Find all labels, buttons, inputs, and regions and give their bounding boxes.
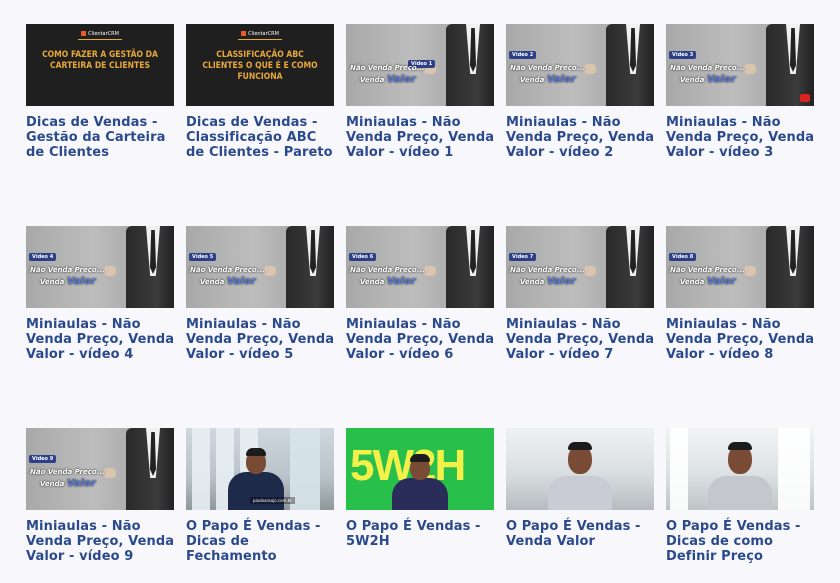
video-title[interactable]: O Papo É Vendas - Dicas de Fechamento — [186, 519, 336, 564]
video-card[interactable]: Vídeo 5 Não Venda Preço... Venda Valor M… — [186, 226, 336, 362]
video-title[interactable]: Miniaulas - Não Venda Preço, Venda Valor… — [346, 317, 496, 362]
video-title[interactable]: Dicas de Vendas - Gestão da Carteira de … — [26, 115, 176, 160]
video-number-badge: Vídeo 5 — [189, 253, 217, 261]
video-number-badge: Vídeo 8 — [669, 253, 697, 261]
video-card[interactable]: O Papo É Vendas - Dicas de como Definir … — [666, 428, 816, 564]
video-title[interactable]: O Papo É Vendas - 5W2H — [346, 519, 496, 549]
video-title[interactable]: Miniaulas - Não Venda Preço, Venda Valor… — [666, 115, 816, 160]
thumbnail-headline: Não Venda Preço... — [30, 468, 105, 476]
thumbnail-headline: Não Venda Preço... — [510, 266, 585, 274]
video-card[interactable]: Vídeo 3 Não Venda Preço... Venda Valor M… — [666, 24, 816, 160]
thumbnail-headline: Não Venda Preço... — [670, 266, 745, 274]
video-card[interactable]: Vídeo 4 Não Venda Preço... Venda Valor M… — [26, 226, 176, 362]
video-thumbnail[interactable]: Vídeo 4 Não Venda Preço... Venda Valor — [26, 226, 174, 308]
video-title[interactable]: Miniaulas - Não Venda Preço, Venda Valor… — [26, 317, 176, 362]
video-thumbnail[interactable]: Vídeo 2 Não Venda Preço... Venda Valor — [506, 24, 654, 106]
video-thumbnail[interactable] — [666, 428, 814, 510]
video-grid: ClientarCRM COMO FAZER A GESTÃO DA CARTE… — [0, 0, 840, 583]
thumbnail-subheadline: Venda Valor — [40, 276, 96, 287]
video-card[interactable]: Vídeo 6 Não Venda Preço... Venda Valor M… — [346, 226, 496, 362]
thumbnail-headline: Não Venda Preço... — [350, 64, 425, 72]
video-number-badge: Vídeo 3 — [669, 51, 697, 59]
video-title[interactable]: Miniaulas - Não Venda Preço, Venda Valor… — [346, 115, 496, 160]
video-thumbnail[interactable] — [506, 428, 654, 510]
video-number-badge: Vídeo 2 — [509, 51, 537, 59]
thumbnail-subheadline: Venda Valor — [680, 276, 736, 287]
thumbnail-subheadline: Venda Valor — [40, 478, 96, 489]
video-thumbnail[interactable]: pauloaraujo.com.br — [186, 428, 334, 510]
video-thumbnail[interactable]: Vídeo 3 Não Venda Preço... Venda Valor — [666, 24, 814, 106]
video-card[interactable]: Vídeo 1 Não Venda Preço... Venda Valor M… — [346, 24, 496, 160]
thumbnail-headline: Não Venda Preço... — [350, 266, 425, 274]
video-title[interactable]: Dicas de Vendas - Classificação ABC de C… — [186, 115, 336, 160]
video-number-badge: Vídeo 9 — [29, 455, 57, 463]
thumbnail-text: CLASSIFICAÇÃO ABC CLIENTES O QUE É E COM… — [202, 50, 318, 82]
video-thumbnail[interactable]: Vídeo 6 Não Venda Preço... Venda Valor — [346, 226, 494, 308]
thumbnail-headline: Não Venda Preço... — [670, 64, 745, 72]
thumbnail-caption: pauloaraujo.com.br — [250, 497, 295, 504]
brand-logo: ClientarCRM — [78, 30, 122, 40]
video-thumbnail[interactable]: Vídeo 5 Não Venda Preço... Venda Valor — [186, 226, 334, 308]
video-card[interactable]: Vídeo 7 Não Venda Preço... Venda Valor M… — [506, 226, 656, 362]
video-thumbnail[interactable]: 5W2H — [346, 428, 494, 510]
video-thumbnail[interactable]: ClientarCRM CLASSIFICAÇÃO ABC CLIENTES O… — [186, 24, 334, 106]
brand-logo: ClientarCRM — [238, 30, 282, 40]
video-title[interactable]: Miniaulas - Não Venda Preço, Venda Valor… — [186, 317, 336, 362]
thumbnail-headline: Não Venda Preço... — [30, 266, 105, 274]
thumbnail-subheadline: Venda Valor — [360, 74, 416, 85]
video-thumbnail[interactable]: Vídeo 1 Não Venda Preço... Venda Valor — [346, 24, 494, 106]
video-number-badge: Vídeo 7 — [509, 253, 537, 261]
video-card[interactable]: O Papo É Vendas - Venda Valor — [506, 428, 656, 549]
video-card[interactable]: Vídeo 9 Não Venda Preço... Venda Valor M… — [26, 428, 176, 564]
video-thumbnail[interactable]: ClientarCRM COMO FAZER A GESTÃO DA CARTE… — [26, 24, 174, 106]
video-title[interactable]: O Papo É Vendas - Venda Valor — [506, 519, 656, 549]
video-title[interactable]: Miniaulas - Não Venda Preço, Venda Valor… — [666, 317, 816, 362]
thumbnail-subheadline: Venda Valor — [360, 276, 416, 287]
video-card[interactable]: pauloaraujo.com.br O Papo É Vendas - Dic… — [186, 428, 336, 564]
video-card[interactable]: Vídeo 8 Não Venda Preço... Venda Valor M… — [666, 226, 816, 362]
video-number-badge: Vídeo 6 — [349, 253, 377, 261]
thumbnail-text: COMO FAZER A GESTÃO DA CARTEIRA DE CLIEN… — [42, 50, 158, 71]
youtube-icon — [800, 94, 810, 102]
thumbnail-headline: Não Venda Preço... — [190, 266, 265, 274]
thumbnail-subheadline: Venda Valor — [520, 276, 576, 287]
video-title[interactable]: O Papo É Vendas - Dicas de como Definir … — [666, 519, 816, 564]
video-title[interactable]: Miniaulas - Não Venda Preço, Venda Valor… — [26, 519, 176, 564]
video-thumbnail[interactable]: Vídeo 9 Não Venda Preço... Venda Valor — [26, 428, 174, 510]
video-thumbnail[interactable]: Vídeo 7 Não Venda Preço... Venda Valor — [506, 226, 654, 308]
video-card[interactable]: Vídeo 2 Não Venda Preço... Venda Valor M… — [506, 24, 656, 160]
video-card[interactable]: ClientarCRM CLASSIFICAÇÃO ABC CLIENTES O… — [186, 24, 336, 160]
thumbnail-subheadline: Venda Valor — [200, 276, 256, 287]
video-title[interactable]: Miniaulas - Não Venda Preço, Venda Valor… — [506, 115, 656, 160]
thumbnail-subheadline: Venda Valor — [680, 74, 736, 85]
video-card[interactable]: 5W2H O Papo É Vendas - 5W2H — [346, 428, 496, 549]
thumbnail-subheadline: Venda Valor — [520, 74, 576, 85]
video-number-badge: Vídeo 4 — [29, 253, 57, 261]
video-title[interactable]: Miniaulas - Não Venda Preço, Venda Valor… — [506, 317, 656, 362]
thumbnail-headline: Não Venda Preço... — [510, 64, 585, 72]
video-thumbnail[interactable]: Vídeo 8 Não Venda Preço... Venda Valor — [666, 226, 814, 308]
video-card[interactable]: ClientarCRM COMO FAZER A GESTÃO DA CARTE… — [26, 24, 176, 160]
